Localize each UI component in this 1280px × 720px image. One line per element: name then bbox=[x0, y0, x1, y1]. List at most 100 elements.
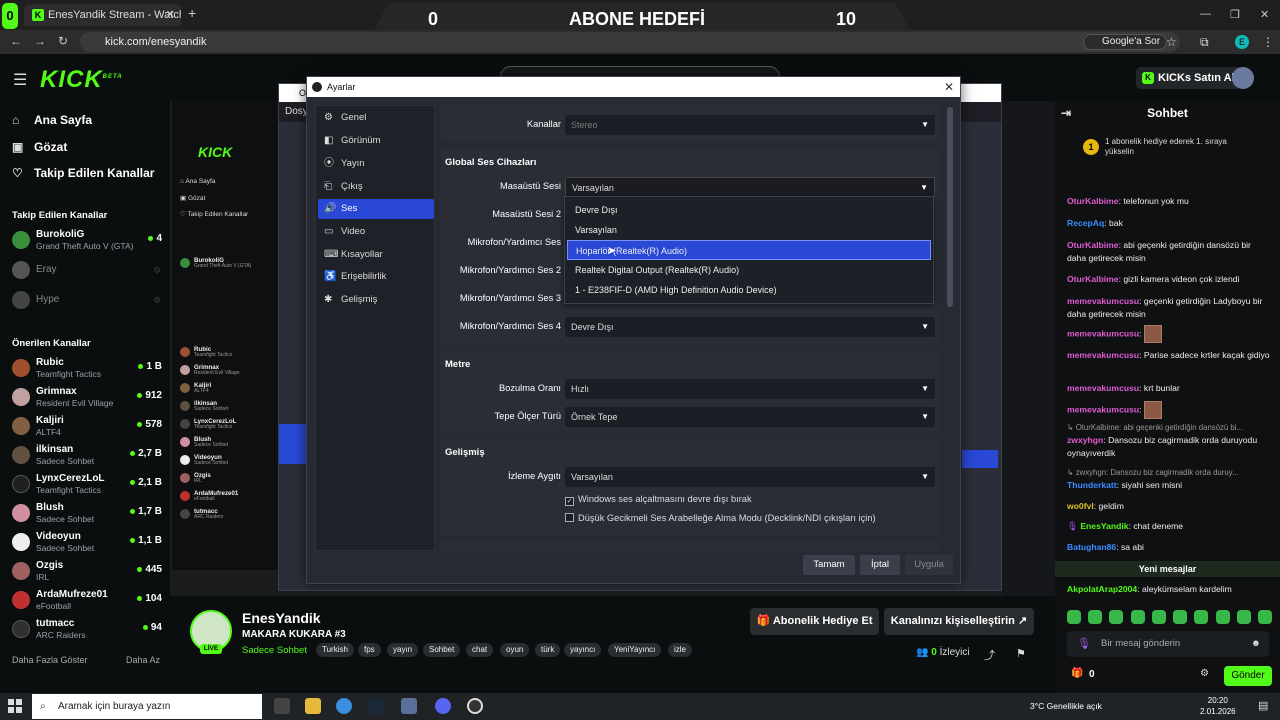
stream-tag[interactable]: yayıncı bbox=[564, 643, 602, 657]
ducking-checkbox[interactable]: ✓ Windows ses alçaltmasını devre dışı bır… bbox=[565, 494, 752, 506]
kick-app-icon[interactable]: 0 bbox=[2, 3, 18, 29]
obs-icon[interactable] bbox=[467, 698, 483, 714]
settings-nav-hotkeys[interactable]: ⌨ Kısayollar bbox=[318, 245, 434, 265]
gift-subscription-button[interactable]: 🎁 Abonelik Hediye Et bbox=[750, 608, 879, 635]
back-icon[interactable]: ← bbox=[10, 34, 22, 48]
settings-nav-accessibility[interactable]: ♿ Erişebilirlik bbox=[318, 267, 434, 287]
apply-button[interactable]: Uygula bbox=[905, 555, 953, 575]
notification-icon[interactable]: ▤ bbox=[1258, 699, 1268, 712]
emote-button[interactable] bbox=[1194, 610, 1209, 624]
file-explorer-icon[interactable] bbox=[305, 698, 321, 714]
customize-channel-button[interactable]: Kanalınızı kişiselleştirin ↗ bbox=[884, 608, 1034, 635]
chat-username[interactable]: zwxyhgn bbox=[1067, 435, 1103, 445]
dropdown-option[interactable]: Devre Dışı bbox=[567, 200, 931, 220]
recommended-channel[interactable]: ArdaMufreze01 eFootball 104 bbox=[12, 588, 162, 614]
channels-select[interactable]: Stereo ▼ bbox=[565, 115, 935, 135]
send-button[interactable]: Gönder bbox=[1224, 666, 1272, 686]
weather-widget[interactable]: 3°C Genellikle açık bbox=[1030, 701, 1102, 711]
settings-nav-audio[interactable]: 🔊 Ses bbox=[318, 199, 434, 219]
recommended-channel[interactable]: Grimnax Resident Evil Village 912 bbox=[12, 385, 162, 411]
settings-nav-output[interactable]: ⎗ Çıkış bbox=[318, 177, 434, 197]
stream-tag[interactable]: YeniYayıncı bbox=[608, 643, 662, 657]
chrome-icon[interactable] bbox=[336, 698, 352, 714]
chat-username[interactable]: OturKalbime bbox=[1067, 196, 1119, 206]
followed-channel-burokolig[interactable]: BurokoliG Grand Theft Auto V (GTA) 4 bbox=[12, 228, 162, 254]
browser-menu-icon[interactable]: ⋮ bbox=[1262, 35, 1274, 49]
ok-button[interactable]: Tamam bbox=[803, 555, 855, 575]
nav-following[interactable]: ♡ Takip Edilen Kanallar bbox=[12, 166, 154, 180]
emote-button[interactable] bbox=[1236, 610, 1251, 624]
recommended-channel[interactable]: LynxCerezLoL Teamfight Tactics 2,1 B bbox=[12, 472, 162, 498]
nav-browse[interactable]: ▣ Gözat bbox=[12, 140, 67, 154]
recommended-channel[interactable]: Ozgis IRL 445 bbox=[12, 559, 162, 585]
emoji-picker-icon[interactable]: ☻ bbox=[1251, 631, 1261, 657]
decay-rate-select[interactable]: Hızlı ▼ bbox=[565, 379, 935, 399]
emote-button[interactable] bbox=[1109, 610, 1124, 624]
close-tab-icon[interactable]: ✕ bbox=[166, 4, 175, 26]
chat-username[interactable]: EnesYandik bbox=[1080, 521, 1128, 531]
stream-category[interactable]: Sadece Sohbet bbox=[242, 645, 307, 656]
new-tab-icon[interactable]: + bbox=[188, 5, 196, 21]
settings-nav-appearance[interactable]: ◧ Görünüm bbox=[318, 131, 434, 151]
show-less-link[interactable]: Daha Az bbox=[126, 655, 160, 665]
emote-button[interactable] bbox=[1067, 610, 1081, 624]
stream-tag[interactable]: izle bbox=[668, 643, 693, 657]
window-close-icon[interactable]: ✕ bbox=[1260, 8, 1269, 21]
streamer-name[interactable]: EnesYandik bbox=[242, 610, 321, 626]
minimize-icon[interactable]: — bbox=[1200, 8, 1211, 20]
hamburger-menu-icon[interactable]: ☰ bbox=[13, 70, 27, 90]
mic-aux-4-select[interactable]: Devre Dışı ▼ bbox=[565, 317, 935, 337]
dropdown-option[interactable]: 1 - E238FIF-D (AMD High Definition Audio… bbox=[567, 280, 931, 300]
emote-button[interactable] bbox=[1173, 610, 1188, 624]
forward-icon[interactable]: → bbox=[34, 34, 46, 48]
kick-logo[interactable]: KICKBETA bbox=[40, 66, 123, 94]
stream-tag[interactable]: türk bbox=[535, 643, 561, 657]
chat-username[interactable]: memevakumcusu bbox=[1067, 404, 1139, 414]
stream-tag[interactable]: yayın bbox=[387, 643, 419, 657]
dropdown-option-highlighted[interactable]: Hoparlör (Realtek(R) Audio) bbox=[567, 240, 931, 260]
stream-tag[interactable]: Turkish bbox=[316, 643, 354, 657]
emote-button[interactable] bbox=[1130, 610, 1145, 624]
app-icon[interactable] bbox=[401, 698, 417, 714]
dropdown-option[interactable]: Varsayılan bbox=[567, 220, 931, 240]
user-avatar[interactable] bbox=[1232, 67, 1254, 89]
recommended-channel[interactable]: tutmacc ARC Raiders 94 bbox=[12, 617, 162, 643]
low-latency-checkbox[interactable]: Düşük Gecikmeli Ses Arabelleğe Alma Modu… bbox=[565, 513, 876, 523]
taskbar-search-input[interactable]: ⌕ Aramak için buraya yazın bbox=[32, 694, 262, 719]
maximize-icon[interactable]: ❐ bbox=[1230, 8, 1240, 21]
peak-meter-select[interactable]: Örnek Tepe ▼ bbox=[565, 407, 935, 427]
monitoring-device-select[interactable]: Varsayılan ▼ bbox=[565, 467, 935, 487]
settings-nav-stream[interactable]: ⦿ Yayın bbox=[318, 154, 434, 174]
url-input[interactable]: kick.com/enesyandik bbox=[80, 32, 1180, 52]
recommended-channel[interactable]: Videoyun Sadece Sohbet 1,1 B bbox=[12, 530, 162, 556]
profile-avatar[interactable]: E bbox=[1235, 35, 1249, 49]
kicks-wallet-icon[interactable]: 🎁 bbox=[1071, 668, 1083, 679]
collapse-chat-icon[interactable]: ⇥ bbox=[1061, 101, 1071, 125]
emote-button[interactable] bbox=[1257, 610, 1272, 624]
chat-username[interactable]: AkpolatArap2004 bbox=[1067, 584, 1137, 594]
settings-scrollbar[interactable] bbox=[947, 107, 953, 307]
stream-tag[interactable]: oyun bbox=[500, 643, 530, 657]
chat-username[interactable]: memevakumcusu bbox=[1067, 296, 1139, 306]
followed-channel-eray[interactable]: Eray ⦸ bbox=[12, 258, 162, 284]
dropdown-option[interactable]: Realtek Digital Output (Realtek(R) Audio… bbox=[567, 260, 931, 280]
chat-username[interactable]: memevakumcusu bbox=[1067, 350, 1139, 360]
google-ask-button[interactable]: Google'a Sor bbox=[1083, 34, 1168, 50]
browser-tab[interactable]: K EnesYandik Stream - Watch Live ✕ bbox=[24, 4, 181, 26]
settings-nav-advanced[interactable]: ✱ Gelişmiş bbox=[318, 290, 434, 310]
emote-button[interactable] bbox=[1215, 610, 1230, 624]
system-clock[interactable]: 20:20 2.01.2026 bbox=[1200, 695, 1236, 717]
stream-tag[interactable]: chat bbox=[466, 643, 494, 657]
recommended-channel[interactable]: Kaljiri ALTF4 578 bbox=[12, 414, 162, 440]
chat-username[interactable]: wo0fvl bbox=[1067, 501, 1094, 511]
chat-input[interactable]: 🎙 Bir mesaj gönderin ☻ bbox=[1067, 631, 1269, 657]
emote-button[interactable] bbox=[1088, 610, 1103, 624]
chat-settings-icon[interactable]: ⚙ bbox=[1200, 668, 1209, 679]
emote-button[interactable] bbox=[1151, 610, 1166, 624]
stream-tag[interactable]: Sohbet bbox=[423, 643, 461, 657]
followed-channel-hype[interactable]: Hype ⦸ bbox=[12, 288, 162, 314]
discord-icon[interactable] bbox=[435, 698, 451, 714]
steam-icon[interactable] bbox=[368, 698, 384, 714]
share-icon[interactable]: ⤴ bbox=[984, 647, 995, 663]
chat-username[interactable]: memevakumcusu bbox=[1067, 328, 1139, 338]
